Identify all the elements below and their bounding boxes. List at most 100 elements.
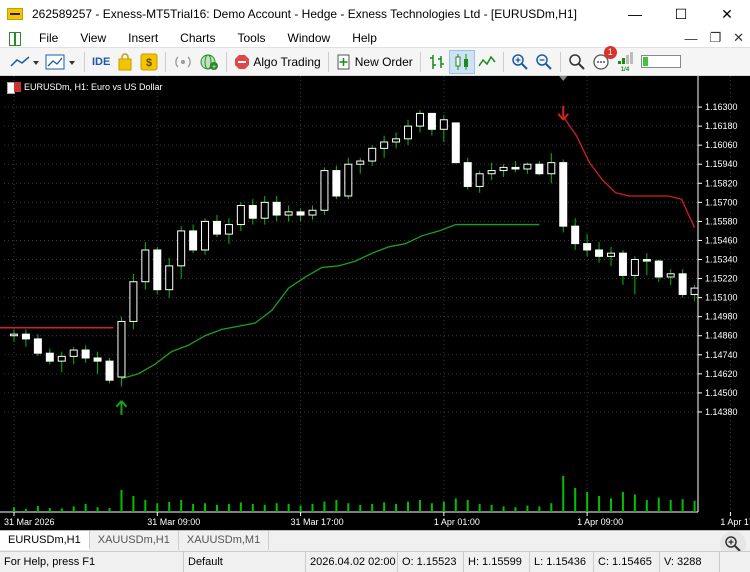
x-axis-tick-label: 1 Apr 17:00: [720, 517, 750, 527]
price-chart[interactable]: 1.16300 1.16180 1.16060 1.15940 1.15820 1.157…: [0, 76, 750, 530]
bull-candle: [607, 252, 615, 257]
y-axis-tick-label: 1.14740: [705, 350, 738, 360]
tab-xauusdm-h1[interactable]: XAUUSDm,H1: [90, 531, 179, 550]
x-axis-tick-label: 31 Mar 09:00: [147, 517, 200, 527]
toolbar-separator: [502, 51, 504, 72]
minimize-button[interactable]: —: [612, 0, 658, 28]
child-minimize-button[interactable]: —: [684, 31, 697, 46]
bull-candle: [344, 163, 353, 197]
bear-candle: [189, 230, 198, 251]
bear-candle: [427, 112, 436, 130]
menu-help[interactable]: Help: [341, 28, 388, 48]
signals-button[interactable]: $: [137, 50, 161, 74]
menu-view[interactable]: View: [69, 28, 117, 48]
y-axis-tick-label: 1.14380: [705, 407, 738, 417]
menu-file[interactable]: File: [28, 28, 69, 48]
bear-candle: [296, 211, 305, 216]
bear-candle: [33, 338, 42, 354]
zoom-in-button[interactable]: [508, 50, 532, 74]
chart-type-button[interactable]: [42, 50, 80, 74]
bull-candle: [129, 281, 138, 322]
signal-bar: [629, 51, 633, 64]
bear-candle: [81, 349, 90, 359]
line-chart-button[interactable]: [475, 50, 499, 74]
y-axis-tick-label: 1.15460: [705, 235, 738, 245]
bull-candle: [487, 170, 496, 175]
bear-candle: [571, 225, 580, 245]
bull-candle: [356, 160, 365, 165]
bear-candle: [595, 249, 604, 257]
bear-candle: [535, 163, 544, 175]
new-order-label: New Order: [354, 54, 413, 69]
bear-candle: [248, 205, 257, 219]
bear-candle: [559, 162, 568, 227]
vps-button[interactable]: [170, 50, 196, 74]
bar-chart-button[interactable]: [425, 50, 449, 74]
search-button[interactable]: [565, 50, 589, 74]
mt5-app-icon: [7, 8, 23, 20]
bull-candle: [630, 259, 639, 276]
child-restore-button[interactable]: ❐: [709, 30, 721, 46]
x-axis-tick-label: 1 Apr 09:00: [577, 517, 623, 527]
bear-candle: [93, 357, 102, 362]
new-order-button[interactable]: New Order: [333, 50, 416, 74]
maximize-button[interactable]: ☐: [658, 0, 704, 28]
bar-chart-icon: [429, 54, 444, 69]
bear-candle: [153, 249, 162, 291]
zoom-out-button[interactable]: [532, 50, 556, 74]
algo-trading-button[interactable]: Algo Trading: [231, 50, 323, 74]
bear-candle: [618, 252, 627, 276]
close-button[interactable]: ✕: [704, 0, 750, 28]
menu-insert[interactable]: Insert: [117, 28, 169, 48]
menu-window[interactable]: Window: [277, 28, 342, 48]
y-axis-tick-label: 1.14980: [705, 312, 738, 322]
bull-candle: [57, 355, 66, 362]
bull-candle: [475, 173, 484, 187]
tab-eurusdm-h1[interactable]: EURUSDm,H1: [0, 531, 90, 550]
chart-symbol-label: EURUSDm, H1: Euro vs US Dollar: [24, 82, 163, 92]
status-bar: For Help, press F1 Default 2026.04.02 02…: [0, 551, 750, 572]
window-title: 262589257 - Exness-MT5Trial16: Demo Acco…: [32, 7, 577, 21]
bear-candle: [272, 201, 281, 216]
bull-candle: [415, 112, 424, 127]
line-chart-icon: [478, 55, 496, 66]
chart-window-icon: [45, 54, 75, 69]
tab-xauusdm-m1[interactable]: XAUUSDm,M1: [179, 531, 270, 550]
candlestick-chart-button[interactable]: [448, 49, 475, 74]
svg-text:1/4: 1/4: [621, 67, 630, 72]
menu-charts[interactable]: Charts: [169, 28, 226, 48]
notification-badge: 1: [603, 45, 617, 59]
chart-tabs: EURUSDm,H1 XAUUSDm,H1 XAUUSDm,M1: [0, 530, 750, 550]
bull-candle: [177, 230, 186, 267]
trailing-stop-line-red: [562, 116, 696, 229]
bear-candle: [583, 243, 592, 251]
svg-text:+: +: [212, 64, 216, 71]
window-controls: — ☐ ✕: [612, 0, 750, 28]
bear-candle: [511, 166, 520, 170]
broadcast-icon: [175, 56, 192, 67]
bear-candle: [212, 220, 221, 235]
ide-label: IDE: [92, 55, 111, 68]
zoom-out-icon: [536, 53, 552, 70]
buy-signal-arrow-icon: [115, 400, 128, 415]
market-button[interactable]: [113, 50, 137, 74]
bull-candle: [380, 141, 389, 149]
menu-tools[interactable]: Tools: [227, 28, 277, 48]
ide-button[interactable]: IDE: [89, 50, 113, 74]
connection-quality-meter: [640, 55, 681, 68]
status-profile: Default: [184, 551, 306, 572]
bear-candle: [463, 162, 472, 187]
bear-candle: [642, 259, 651, 262]
globe-button[interactable]: +: [196, 50, 222, 74]
line-studies-button[interactable]: [6, 50, 42, 74]
chart-window[interactable]: 1.16300 1.16180 1.16060 1.15940 1.15820 1.157…: [0, 76, 750, 530]
bull-candle: [666, 273, 675, 278]
child-close-button[interactable]: ✕: [733, 30, 744, 46]
notifications-button[interactable]: 1: [589, 45, 617, 74]
algo-trading-stop-icon: [235, 54, 250, 69]
y-axis-tick-label: 1.15100: [705, 293, 738, 303]
bull-candle: [499, 166, 508, 172]
dollar-coin-icon: $: [140, 53, 158, 70]
new-order-icon: [337, 54, 350, 69]
toolbar: IDE $ + Algo Trading New Order 1 1/4: [0, 45, 750, 76]
